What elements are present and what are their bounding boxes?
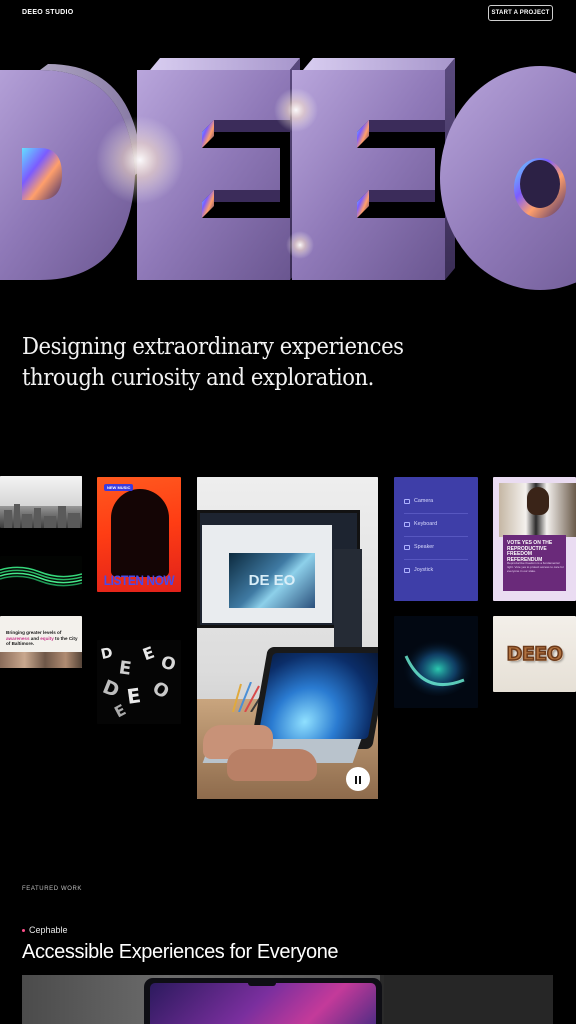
featured-title[interactable]: Accessible Experiences for Everyone — [22, 941, 339, 964]
camera-icon — [404, 498, 410, 504]
start-project-button[interactable]: START A PROJECT — [488, 5, 553, 21]
menu-item-keyboard: Keyboard — [404, 521, 437, 527]
deeo-donut-letters: DEEO — [506, 642, 564, 666]
collage-letter: D — [99, 644, 115, 664]
speaker-icon — [404, 544, 410, 550]
collage-letter: O — [158, 652, 178, 676]
client-name: Cephable — [29, 925, 68, 935]
gallery-tile-deeo-donut[interactable]: DEEO — [493, 616, 576, 692]
pause-button[interactable] — [346, 767, 370, 791]
gallery-tile-vote-yes[interactable]: VOTE YES ON THE REPRODUCTIVE FREEDOM REF… — [493, 477, 576, 601]
hero-letter-e2 — [292, 58, 455, 280]
collage-letter: D — [99, 675, 123, 703]
hero-3d-letters — [0, 40, 576, 300]
gallery-tile-workspace-video[interactable]: DE EO — [197, 477, 378, 799]
hooded-figure — [111, 489, 169, 577]
keyboard-icon — [404, 521, 410, 527]
collage-letter: E — [117, 657, 133, 680]
light-flare — [274, 88, 318, 132]
client-dot-icon — [22, 928, 25, 932]
collage-letter: O — [148, 677, 173, 704]
menu-item-camera: Camera — [404, 498, 433, 504]
featured-project-image[interactable] — [22, 975, 553, 1024]
light-flare — [96, 116, 184, 204]
gallery-tile-city-skyline[interactable] — [0, 476, 82, 528]
gallery-tile-listen-now[interactable]: NEW MUSIC LISTEN NOW — [97, 477, 181, 592]
brand-logo[interactable]: DEEO STUDIO — [22, 9, 74, 16]
featured-work-label: FEATURED WORK — [22, 886, 83, 892]
menu-item-joystick: Joystick — [404, 567, 433, 573]
gallery-tile-green-waves[interactable] — [0, 556, 82, 590]
gallery-tile-device-menu[interactable]: Camera Keyboard Speaker Joystick — [394, 477, 478, 601]
monitor-deeo-card: DE EO — [229, 553, 315, 608]
tagline-line-2: through curiosity and exploration. — [22, 365, 374, 391]
pause-icon — [353, 772, 362, 787]
baltimore-headline: Bringing greater levels of awareness and… — [6, 630, 78, 647]
menu-item-speaker: Speaker — [404, 544, 434, 550]
hero-tagline: Designing extraordinary experiences thro… — [22, 332, 500, 394]
gallery-tile-letter-collage[interactable]: D E E O D E O E — [97, 640, 181, 724]
joystick-icon — [404, 567, 410, 573]
tagline-line-1: Designing extraordinary experiences — [22, 334, 404, 360]
gallery-tile-baltimore[interactable]: Bringing greater levels of awareness and… — [0, 616, 82, 668]
baltimore-photo — [0, 652, 82, 668]
collage-letter: E — [140, 642, 157, 665]
new-music-badge: NEW MUSIC — [104, 484, 134, 491]
hero-letter-o — [440, 66, 576, 290]
light-flare — [286, 231, 314, 259]
featured-client[interactable]: Cephable — [22, 925, 68, 935]
hand — [227, 749, 317, 781]
gallery-tile-aurora-glow[interactable] — [394, 616, 478, 708]
collage-letter: E — [111, 700, 129, 722]
vote-body: Reproductive freedom is a fundamental ri… — [507, 561, 564, 573]
listen-now-label: LISTEN NOW — [103, 572, 175, 588]
collage-letter: E — [125, 683, 143, 709]
